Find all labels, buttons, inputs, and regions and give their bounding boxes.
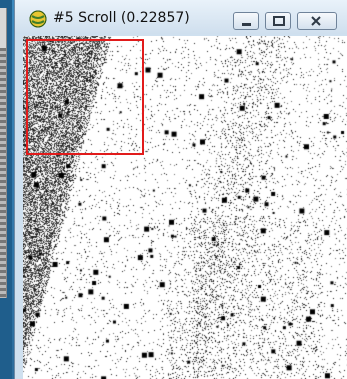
image-canvas-frame[interactable] — [23, 36, 347, 379]
maximize-button[interactable] — [265, 12, 291, 30]
close-icon — [311, 16, 321, 26]
background-window-image — [0, 48, 6, 298]
minimize-button[interactable] — [233, 12, 259, 30]
title-bar[interactable]: #5 Scroll (0.22857) — [15, 0, 347, 34]
imagej-globe-icon[interactable] — [29, 10, 47, 28]
scroll-image-canvas[interactable] — [23, 36, 347, 379]
background-window[interactable] — [0, 0, 12, 379]
minimize-icon — [242, 23, 251, 26]
maximize-icon — [273, 16, 285, 26]
background-window-panel — [0, 8, 7, 298]
close-button[interactable] — [297, 12, 337, 30]
window-title: #5 Scroll (0.22857) — [53, 10, 190, 26]
image-window[interactable]: #5 Scroll (0.22857) — [14, 0, 347, 379]
